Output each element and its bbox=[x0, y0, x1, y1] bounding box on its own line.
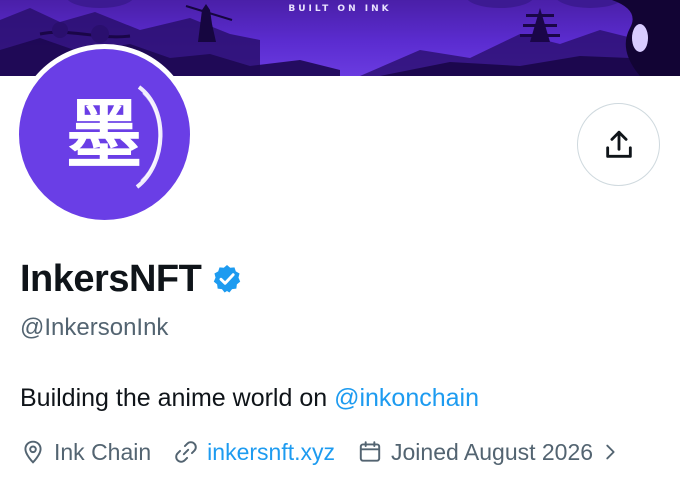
website-link[interactable]: inkersnft.xyz bbox=[207, 439, 335, 466]
link-icon bbox=[175, 441, 197, 463]
share-button[interactable] bbox=[577, 103, 660, 186]
user-handle: @InkersonInk bbox=[20, 314, 169, 341]
display-name: InkersNFT bbox=[20, 257, 202, 300]
joined-text: Joined August 2026 bbox=[391, 438, 594, 465]
joined-item[interactable]: Joined August 2026 bbox=[357, 439, 621, 466]
calendar-icon bbox=[359, 441, 381, 462]
share-upload-icon bbox=[605, 130, 632, 158]
verified-badge-icon[interactable] bbox=[211, 263, 243, 295]
profile-meta-row: Ink Chain inkersnft.xyz Joined August 20… bbox=[20, 436, 621, 468]
location-text: Ink Chain bbox=[54, 438, 152, 465]
location-pin-icon bbox=[24, 440, 42, 464]
avatar-glyph: 墨 bbox=[66, 90, 142, 179]
website-item[interactable]: inkersnft.xyz bbox=[173, 439, 335, 466]
profile-bio: Building the anime world on @inkonchain bbox=[20, 384, 479, 413]
chevron-right-icon[interactable] bbox=[599, 441, 621, 463]
avatar[interactable]: 墨 bbox=[19, 49, 190, 220]
bio-mention-link[interactable]: @inkonchain bbox=[334, 384, 479, 412]
banner-caption: BUILT ON INK bbox=[288, 4, 392, 14]
location-item: Ink Chain bbox=[20, 439, 151, 466]
avatar-artwork: 墨 bbox=[66, 85, 163, 189]
display-name-row: InkersNFT bbox=[20, 254, 243, 304]
bio-text: Building the anime world on bbox=[20, 384, 335, 412]
